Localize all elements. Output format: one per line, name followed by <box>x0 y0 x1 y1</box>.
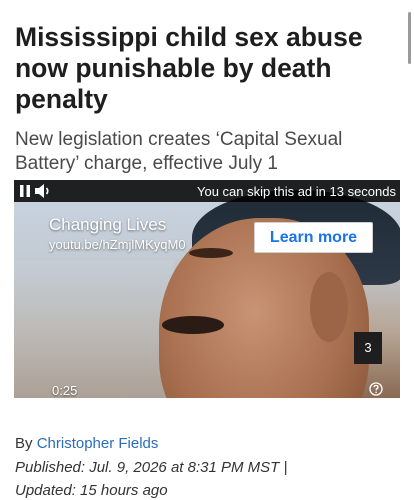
page-scrollbar[interactable] <box>408 12 411 64</box>
video-ad-player[interactable]: You can skip this ad in 13 seconds Chang… <box>14 180 400 398</box>
published-text: Published: Jul. 9, 2026 at 8:31 PM MST <box>15 459 280 476</box>
author-link[interactable]: Christopher Fields <box>37 435 159 452</box>
ad-title[interactable]: Changing Lives <box>49 215 166 235</box>
updated-date: Updated: 15 hours ago <box>15 482 168 499</box>
pause-icon[interactable] <box>19 184 31 198</box>
video-background <box>14 260 174 398</box>
article-subhead: New legislation creates ‘Capital Sexual … <box>15 129 343 174</box>
video-time: 0:25 <box>52 383 78 398</box>
help-icon[interactable] <box>369 382 383 396</box>
article-headline: Mississippi child sex abuse now punishab… <box>15 22 363 114</box>
video-person-ear <box>310 272 348 342</box>
video-person-eye <box>189 248 233 258</box>
ad-url[interactable]: youtu.be/hZmjlMKyqM0 <box>49 237 186 252</box>
article-byline: By Christopher Fields <box>15 435 158 452</box>
ad-count-badge[interactable]: 3 <box>354 332 382 364</box>
learn-more-button[interactable]: Learn more <box>254 222 373 253</box>
byline-prefix: By <box>15 435 33 452</box>
ad-control-bar: You can skip this ad in 13 seconds <box>14 180 400 202</box>
video-person-mustache <box>162 316 224 334</box>
date-separator: | <box>283 459 288 476</box>
volume-icon[interactable] <box>34 183 52 199</box>
published-date: Published: Jul. 9, 2026 at 8:31 PM MST | <box>15 459 287 476</box>
ad-skip-countdown: You can skip this ad in 13 seconds <box>197 184 396 199</box>
